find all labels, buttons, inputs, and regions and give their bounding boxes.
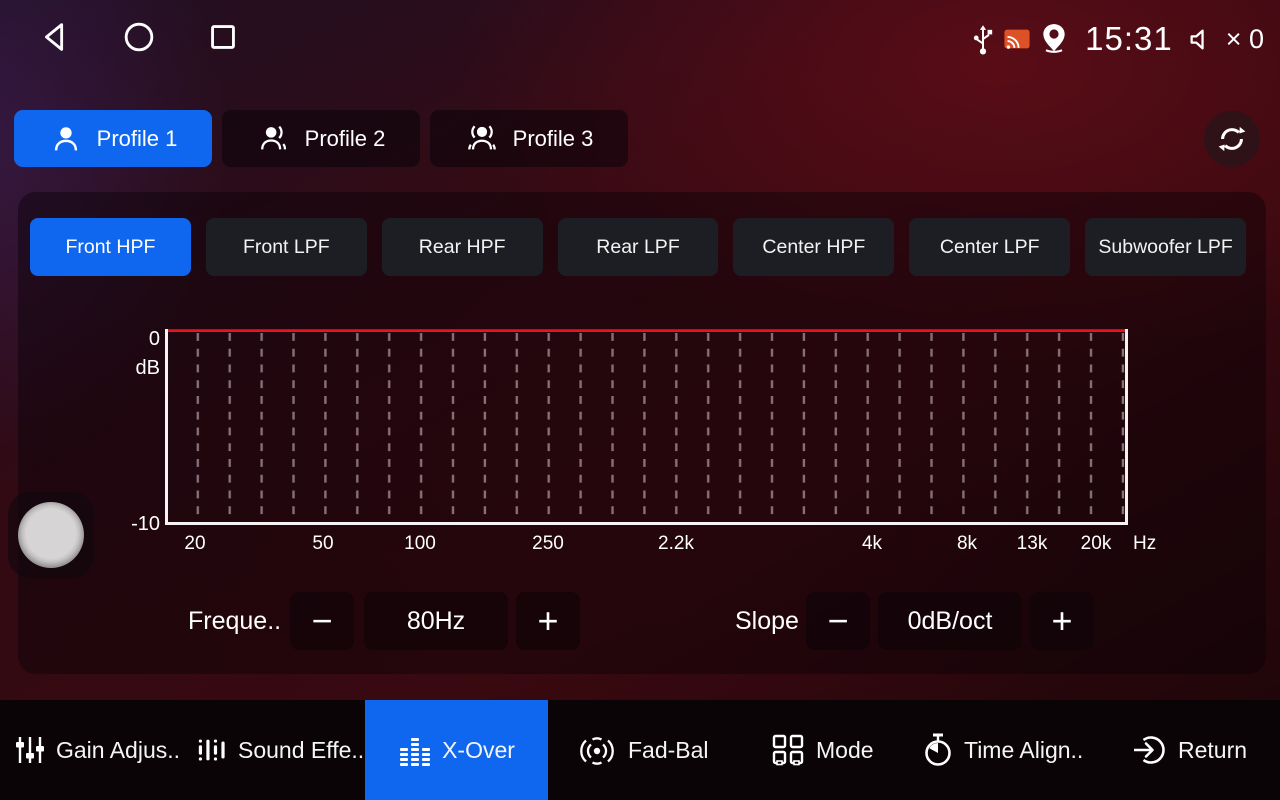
frequency-value: 80Hz [364,592,508,650]
tab-rear-lpf[interactable]: Rear LPF [558,218,719,276]
frequency-response-chart [165,329,1128,525]
filter-tabs: Front HPF Front LPF Rear HPF Rear LPF Ce… [30,218,1246,276]
nav-label: Fad-Bal [628,737,709,764]
reset-button[interactable] [1204,111,1260,167]
profile-tab-label: Profile 1 [97,126,178,152]
knob-icon [18,502,84,568]
status-bar: 15:31 × 0 [972,12,1264,66]
tab-label: Front HPF [65,236,155,259]
plus-icon: + [537,600,558,642]
refresh-icon [1215,122,1249,156]
android-nav-bar [36,18,242,56]
tab-label: Center LPF [940,236,1040,259]
floating-touch-button[interactable] [8,492,94,578]
volume-muted-icon [1188,26,1215,53]
profile-1-tab[interactable]: Profile 1 [14,110,212,167]
y-axis-unit-label: dB [118,357,160,380]
clock: 15:31 [1085,20,1173,58]
user-icon [49,122,83,156]
nav-return[interactable]: Return [1132,700,1247,800]
sound-effects-icon [196,734,228,766]
x-tick-8k: 8k [957,533,977,555]
home-circle-icon [120,18,158,56]
tab-label: Subwoofer LPF [1098,236,1232,259]
nav-fad-bal[interactable]: Fad-Bal [576,700,709,800]
tab-label: Rear HPF [419,236,506,259]
profile-tab-label: Profile 3 [513,126,594,152]
equalizer-icon [398,734,432,766]
tab-front-hpf[interactable]: Front HPF [30,218,191,276]
profile-2-tab[interactable]: Profile 2 [222,110,420,167]
profile-tabs: Profile 1 Profile 2 Profile 3 [14,110,628,167]
nav-label: Sound Effe.. [238,737,364,764]
nav-label: Time Align.. [964,737,1083,764]
nav-label: Gain Adjus.. [56,737,180,764]
tab-subwoofer-lpf[interactable]: Subwoofer LPF [1085,218,1246,276]
y-axis-max-label: 0 [118,328,160,351]
mode-grid-icon [770,734,806,766]
tab-label: Rear LPF [596,236,679,259]
y-axis-min-label: -10 [108,513,160,536]
x-axis-unit-label: Hz [1133,533,1156,555]
nav-label: Return [1178,737,1247,764]
nav-mode[interactable]: Mode [770,700,874,800]
plus-icon: + [1051,600,1072,642]
usb-icon [972,22,994,56]
bottom-nav-bar: Gain Adjus.. Sound Effe.. [0,700,1280,800]
tab-label: Front LPF [243,236,330,259]
nav-label: Mode [816,737,874,764]
x-tick-4k: 4k [862,533,882,555]
profile-tab-label: Profile 2 [305,126,386,152]
profile-3-tab[interactable]: Profile 3 [430,110,628,167]
recents-button[interactable] [204,18,242,56]
x-tick-20: 20 [184,533,205,555]
user-2-icon [257,122,291,156]
tab-rear-hpf[interactable]: Rear HPF [382,218,543,276]
x-tick-13k: 13k [1017,533,1048,555]
back-triangle-icon [36,18,74,56]
x-tick-100: 100 [404,533,436,555]
x-tick-2k2: 2.2k [658,533,694,555]
tab-center-hpf[interactable]: Center HPF [733,218,894,276]
stopwatch-icon [922,732,954,768]
x-tick-250: 250 [532,533,564,555]
minus-icon: − [311,600,332,642]
slope-minus-button[interactable]: − [806,592,870,650]
minus-icon: − [827,600,848,642]
frequency-label: Freque.. [188,592,281,650]
slope-value: 0dB/oct [878,592,1022,650]
home-button[interactable] [120,18,158,56]
cast-icon [1003,28,1031,50]
slope-plus-button[interactable]: + [1030,592,1094,650]
frequency-plus-button[interactable]: + [516,592,580,650]
x-tick-50: 50 [312,533,333,555]
nav-label: X-Over [442,737,515,764]
back-button[interactable] [36,18,74,56]
tab-front-lpf[interactable]: Front LPF [206,218,367,276]
nav-x-over[interactable]: X-Over [365,700,548,800]
volume-level: × 0 [1226,24,1264,55]
location-icon [1040,23,1068,55]
tab-label: Center HPF [762,236,865,259]
x-tick-20k: 20k [1081,533,1112,555]
gain-sliders-icon [14,734,46,766]
user-3-icon [465,122,499,156]
recents-square-icon [204,18,242,56]
nav-time-alignment[interactable]: Time Align.. [922,700,1083,800]
chart-canvas [168,329,1125,522]
fader-balance-icon [576,733,618,767]
return-icon [1132,732,1168,768]
tab-center-lpf[interactable]: Center LPF [909,218,1070,276]
nav-sound-effects[interactable]: Sound Effe.. [196,700,364,800]
slope-label: Slope [735,592,799,650]
frequency-minus-button[interactable]: − [290,592,354,650]
nav-gain-adjust[interactable]: Gain Adjus.. [14,700,180,800]
